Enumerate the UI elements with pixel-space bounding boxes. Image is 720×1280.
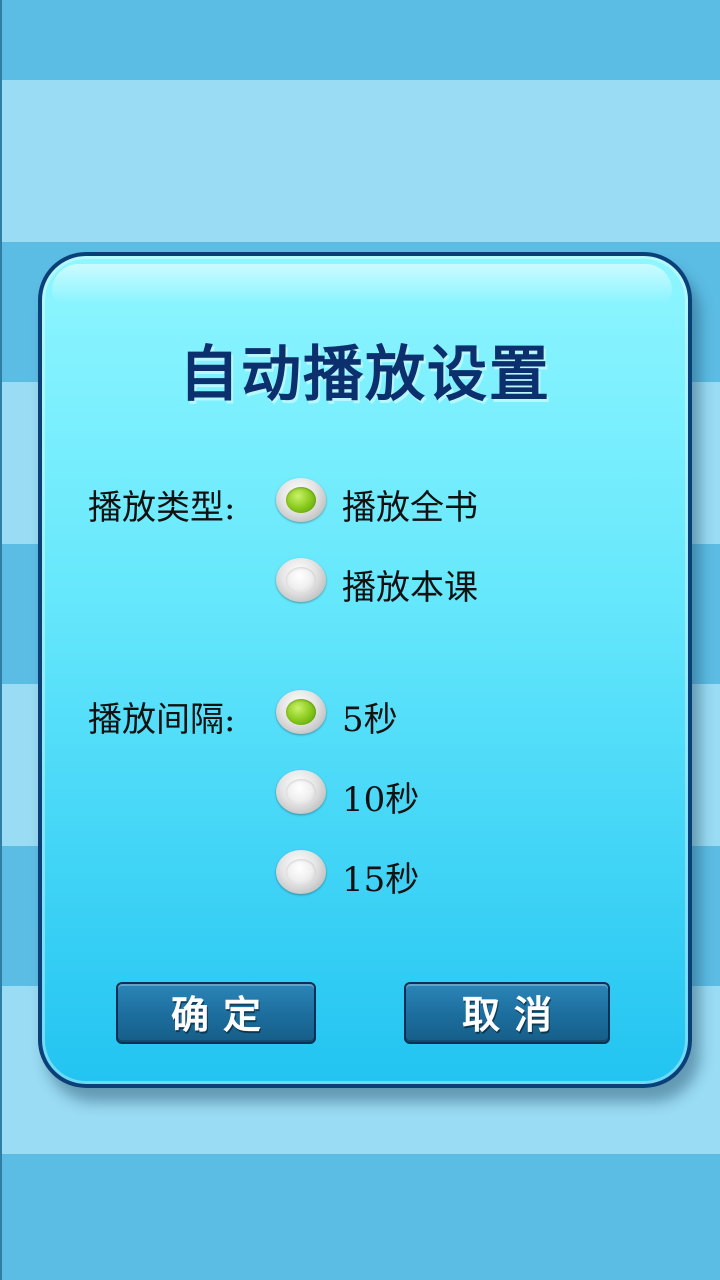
- confirm-button[interactable]: 确定: [116, 982, 316, 1044]
- option-interval-5s[interactable]: 5秒: [342, 692, 398, 741]
- play-interval-label: 播放间隔:: [88, 700, 236, 740]
- dialog-title: 自动播放设置: [179, 340, 551, 410]
- radio-play-this-lesson[interactable]: [276, 558, 326, 602]
- cancel-button[interactable]: 取消: [404, 982, 610, 1044]
- screen-edge: [0, 0, 2, 1280]
- dialog-gloss: [52, 264, 672, 304]
- play-type-label: 播放类型:: [88, 488, 236, 528]
- autoplay-settings-dialog: 自动播放设置 播放类型: 播放全书 播放本课 播放间隔: 5秒 10秒 15秒 …: [38, 252, 692, 1088]
- radio-interval-10s[interactable]: [276, 770, 326, 814]
- stripe-band: [0, 1154, 720, 1280]
- stripe-band: [0, 80, 720, 242]
- radio-play-whole-book[interactable]: [276, 478, 326, 522]
- option-interval-15s[interactable]: 15秒: [342, 852, 419, 901]
- radio-interval-15s[interactable]: [276, 850, 326, 894]
- option-play-this-lesson[interactable]: 播放本课: [342, 560, 478, 609]
- radio-interval-5s[interactable]: [276, 690, 326, 734]
- option-play-whole-book[interactable]: 播放全书: [342, 480, 478, 529]
- option-interval-10s[interactable]: 10秒: [342, 772, 419, 821]
- stripe-band: [0, 0, 720, 80]
